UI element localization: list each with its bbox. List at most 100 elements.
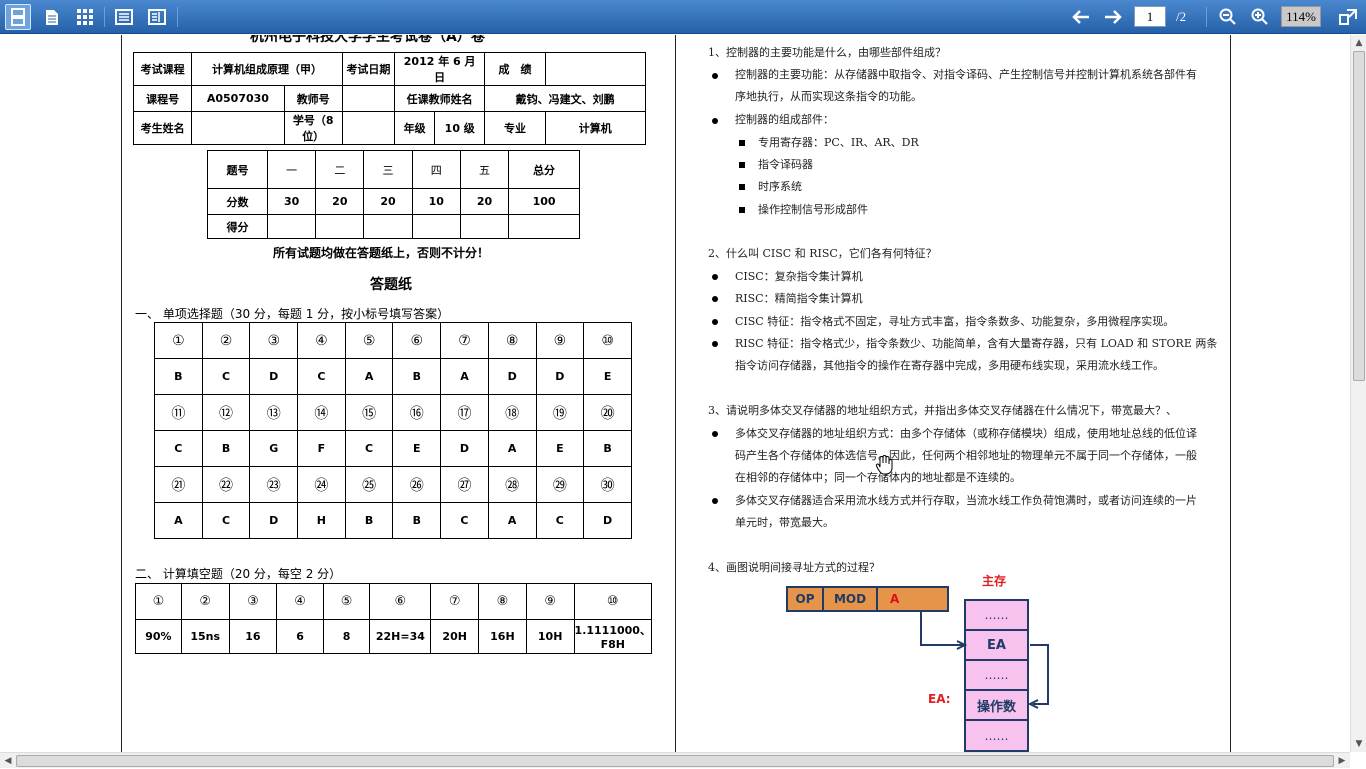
thumbnails-icon[interactable]: [73, 4, 97, 30]
answer-cell: C: [154, 430, 203, 467]
table-cell: 专业: [484, 111, 546, 145]
arrow-right-icon[interactable]: [1101, 4, 1125, 30]
bullet-icon: [712, 341, 718, 347]
notice-text: 所有试题均做在答题纸上，否则不计分！: [273, 246, 490, 260]
outline-icon[interactable]: [145, 4, 169, 30]
table-cell: 分数: [207, 188, 268, 215]
answer-cell: B: [392, 502, 442, 539]
table-cell: [315, 214, 365, 239]
question-2: 2、什么叫 CISC 和 RISC，它们各有何特征？: [708, 247, 937, 260]
page-total: /2: [1176, 9, 1187, 24]
table-cell: [191, 111, 285, 145]
page-border: [675, 35, 676, 752]
square-bullet-icon: [739, 162, 745, 168]
vertical-scrollbar[interactable]: ▲ ▼: [1350, 35, 1366, 752]
main-memory-label: 主存: [982, 574, 1007, 588]
zoom-out-icon[interactable]: [1216, 4, 1240, 30]
fill-answer-cell: ⑨: [525, 583, 575, 620]
answer-cell: C: [535, 502, 585, 539]
fullscreen-icon[interactable]: [1336, 4, 1360, 30]
answer-cell: F: [297, 430, 346, 467]
horizontal-scrollbar[interactable]: ◀ ▶: [0, 752, 1350, 768]
answer-cell: D: [487, 358, 537, 395]
answer-cell: H: [297, 502, 346, 539]
fill-answer-cell: 16H: [478, 619, 527, 654]
document-viewport[interactable]: 杭州电子科技大学学生考试卷（A）卷 考试课程 计算机组成原理（甲） 考试日期 2…: [0, 35, 1350, 752]
table-cell: 计算机组成原理（甲）: [191, 52, 343, 86]
answer-cell: ㉙: [535, 466, 585, 503]
table-cell: 得分: [207, 214, 268, 239]
zoom-in-icon[interactable]: [1248, 4, 1272, 30]
table-cell: 20: [315, 188, 365, 215]
answer-cell: B: [201, 430, 251, 467]
horizontal-scroll-thumb[interactable]: [16, 755, 1334, 767]
answer-cell: B: [583, 430, 632, 467]
bullet-icon: [712, 118, 718, 124]
answer-cell: A: [154, 502, 203, 539]
table-cell: 100: [508, 188, 580, 215]
multiple-choice-table: ①②③④⑤⑥⑦⑧⑨⑩BCDCABADDE⑪⑫⑬⑭⑮⑯⑰⑱⑲⑳CBGFCEDAEB…: [154, 322, 632, 539]
fill-answer-cell: 16: [228, 619, 278, 654]
table-cell: [266, 214, 317, 239]
q1-answer-line: 控制器的主要功能：从存储器中取指令、对指令译码、产生控制信号并控制计算机系统各部…: [735, 68, 1197, 81]
q1-sub-item: 专用寄存器：PC、IR、AR、DR: [758, 136, 919, 149]
table-cell: 考生姓名: [132, 111, 193, 145]
table-cell: 题号: [207, 150, 268, 189]
answer-cell: B: [344, 502, 394, 539]
table-cell: 30: [266, 188, 317, 215]
answer-cell: B: [154, 358, 203, 395]
table-cell: 考试课程: [132, 52, 193, 86]
bookmarks-icon[interactable]: [112, 4, 136, 30]
table-cell: [341, 85, 396, 112]
table-cell: [544, 52, 647, 86]
page-layout-icon[interactable]: [5, 4, 31, 30]
answer-cell: ⑳: [583, 394, 632, 431]
table-cell: [363, 214, 413, 239]
page-border: [1230, 35, 1231, 752]
zoom-level-field[interactable]: 114%: [1281, 6, 1321, 27]
table-cell: 一: [266, 150, 317, 189]
answer-cell: ⑨: [535, 322, 585, 359]
bullet-icon: [712, 296, 718, 302]
document-icon[interactable]: [40, 4, 64, 30]
table-cell: [508, 214, 580, 239]
page-border: [121, 35, 122, 752]
table-cell: 总分: [508, 150, 580, 189]
question-3: 3、请说明多体交叉存储器的地址组织方式，并指出多体交叉存储器在什么情况下，带宽最…: [708, 404, 1177, 417]
table-cell: 成 绩: [484, 52, 546, 86]
q2-answer-line: CISC 特征：指令格式不固定，寻址方式丰富，指令条数多、功能复杂，多用微程序实…: [735, 315, 1175, 328]
scroll-left-icon[interactable]: ◀: [0, 753, 16, 769]
scroll-down-icon[interactable]: ▼: [1351, 736, 1366, 752]
answer-cell: D: [249, 502, 299, 539]
answer-cell: ⑩: [583, 322, 632, 359]
arrow-left-icon[interactable]: [1069, 4, 1093, 30]
q3-answer-line: 码产生各个存储体的体选信号。因此，任何两个相邻地址的物理单元不属于同一个存储体，…: [735, 449, 1197, 462]
fill-answer-cell: 1.1111000、F8H: [573, 619, 653, 654]
address-field: A: [890, 592, 900, 606]
q3-answer-line: 单元时，带宽最大。: [735, 516, 834, 529]
table-cell: 三: [363, 150, 413, 189]
toolbar: 1 /2 114%: [0, 0, 1366, 34]
answer-cell: ①: [154, 322, 203, 359]
fill-answer-cell: ①: [135, 583, 182, 620]
table-cell: 计算机: [544, 111, 647, 145]
answer-cell: ⑧: [487, 322, 537, 359]
scroll-up-icon[interactable]: ▲: [1351, 35, 1366, 51]
answer-cell: A: [344, 358, 394, 395]
scroll-right-icon[interactable]: ▶: [1334, 753, 1350, 769]
answer-cell: ⑬: [249, 394, 299, 431]
answer-cell: ⑫: [201, 394, 251, 431]
answer-cell: ㉗: [440, 466, 489, 503]
answer-cell: ㉚: [583, 466, 632, 503]
page-number-input[interactable]: 1: [1134, 6, 1166, 27]
answer-cell: ⑤: [344, 322, 394, 359]
answer-cell: ⑮: [344, 394, 394, 431]
fill-answer-cell: 90%: [135, 619, 182, 654]
vertical-scroll-thumb[interactable]: [1353, 51, 1365, 381]
q1-sub-item: 时序系统: [758, 180, 802, 193]
table-cell: 四: [411, 150, 461, 189]
table-cell: [411, 214, 461, 239]
answer-cell: G: [249, 430, 299, 467]
answer-cell: ⑪: [154, 394, 203, 431]
table-cell: [459, 214, 510, 239]
